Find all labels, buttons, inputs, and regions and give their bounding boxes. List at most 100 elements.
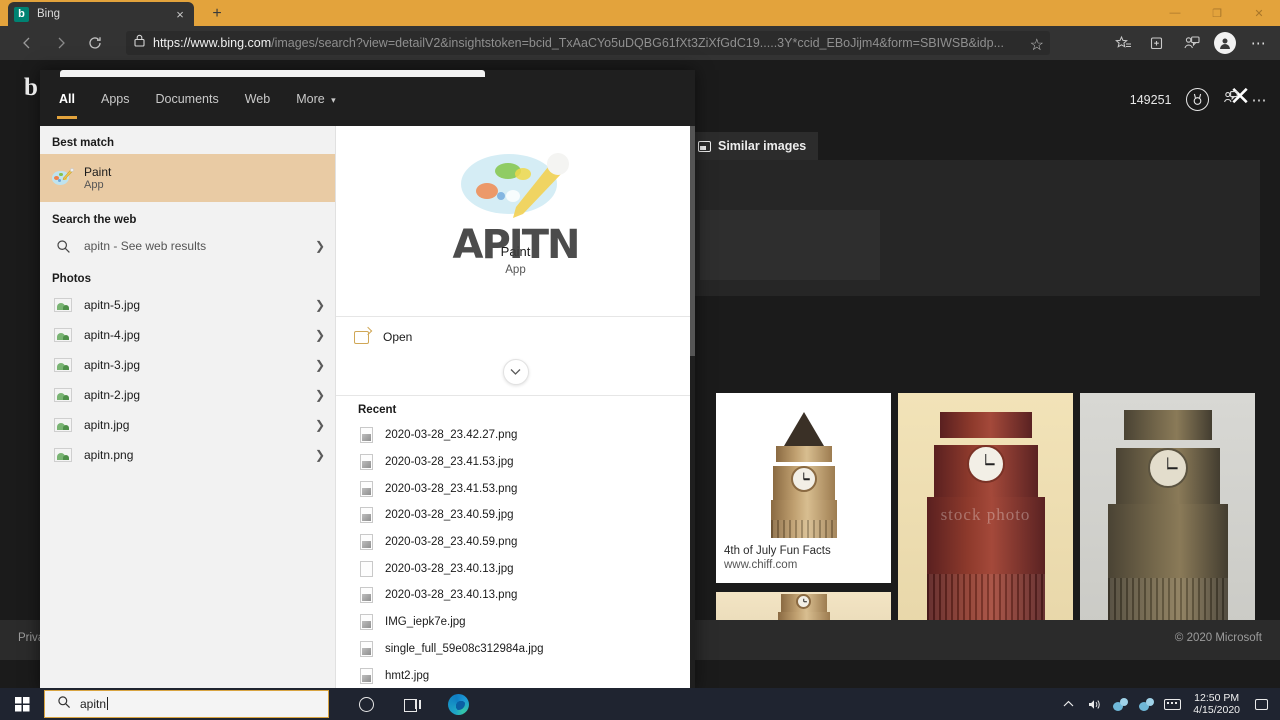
recent-file-item[interactable]: 2020-03-28_23.40.13.jpg bbox=[336, 555, 695, 582]
cortana-button[interactable] bbox=[343, 688, 389, 720]
photo-file-icon bbox=[52, 444, 74, 466]
tab-all[interactable]: All bbox=[57, 88, 77, 119]
recent-file-item[interactable]: 2020-03-28_23.40.13.png bbox=[336, 582, 695, 609]
network-icon[interactable] bbox=[1133, 688, 1159, 720]
recent-file-item[interactable]: 2020-03-28_23.41.53.jpg bbox=[336, 449, 695, 476]
photo-file-icon bbox=[52, 294, 74, 316]
result-photo-item[interactable]: apitn.jpg ❯ bbox=[40, 410, 335, 440]
group-header-best-match: Best match bbox=[52, 137, 114, 149]
taskbar-search-value: apitn bbox=[80, 697, 107, 711]
result-photo-item[interactable]: apitn-3.jpg ❯ bbox=[40, 350, 335, 380]
bing-logo-icon: b bbox=[24, 74, 38, 101]
tab-more[interactable]: More ▾ bbox=[294, 88, 338, 110]
chevron-right-icon[interactable]: ❯ bbox=[315, 418, 325, 432]
minimize-button[interactable]: — bbox=[1154, 0, 1196, 26]
bing-favicon-icon: b bbox=[14, 6, 29, 22]
search-panel-more-button[interactable]: ⋯ bbox=[1252, 91, 1269, 109]
tab-more-label: More bbox=[296, 92, 325, 106]
reload-button[interactable] bbox=[78, 28, 112, 58]
back-button[interactable] bbox=[10, 28, 44, 58]
recent-file-item[interactable]: 2020-03-28_23.41.53.png bbox=[336, 475, 695, 502]
result-photo-item[interactable]: apitn-4.jpg ❯ bbox=[40, 320, 335, 350]
chevron-right-icon[interactable]: ❯ bbox=[315, 448, 325, 462]
close-window-button[interactable]: ✕ bbox=[1238, 0, 1280, 26]
tab-similar-images[interactable]: Similar images bbox=[690, 132, 819, 160]
feedback-person-icon[interactable] bbox=[1223, 90, 1238, 109]
browser-settings-more-button[interactable]: ⋯ bbox=[1242, 28, 1276, 58]
recent-file-item[interactable]: IMG_iepk7e.jpg bbox=[336, 609, 695, 636]
task-view-button[interactable] bbox=[389, 688, 435, 720]
taskbar: apitn 12:50 PM 4/15/2020 bbox=[0, 688, 1280, 720]
profile-chat-icon[interactable] bbox=[1174, 28, 1208, 58]
taskbar-search-box[interactable]: apitn bbox=[44, 690, 329, 718]
detail-pane-scrollbar[interactable] bbox=[690, 126, 695, 690]
new-tab-button[interactable]: + bbox=[206, 4, 228, 24]
tab-web[interactable]: Web bbox=[243, 88, 272, 110]
document-file-icon bbox=[360, 560, 373, 577]
recent-file-item[interactable]: 2020-03-28_23.40.59.jpg bbox=[336, 502, 695, 529]
search-results-list: Best match Paint App Search the web apit… bbox=[40, 126, 335, 690]
clock[interactable]: 12:50 PM 4/15/2020 bbox=[1185, 692, 1248, 716]
image-file-icon bbox=[360, 454, 373, 471]
result-site: www.chiff.com bbox=[724, 559, 798, 571]
recent-file-item[interactable]: 2020-03-28_23.42.27.png bbox=[336, 422, 695, 449]
tab-documents[interactable]: Documents bbox=[153, 88, 220, 110]
result-photo-item[interactable]: apitn.png ❯ bbox=[40, 440, 335, 470]
account-avatar-icon[interactable] bbox=[1208, 28, 1242, 58]
image-icon bbox=[698, 140, 711, 152]
favorites-list-icon[interactable] bbox=[1106, 28, 1140, 58]
open-action[interactable]: Open bbox=[336, 317, 695, 357]
system-tray: 12:50 PM 4/15/2020 bbox=[1055, 688, 1280, 720]
chevron-right-icon[interactable]: ❯ bbox=[315, 358, 325, 372]
collections-icon[interactable] bbox=[1140, 28, 1174, 58]
result-best-match-paint[interactable]: Paint App bbox=[40, 154, 335, 202]
group-header-search-the-web: Search the web bbox=[52, 214, 137, 226]
task-view-icon bbox=[403, 698, 421, 712]
image-file-icon bbox=[360, 614, 373, 631]
result-card[interactable]: 4th of July Fun Facts www.chiff.com bbox=[716, 393, 891, 583]
recent-file-name: 2020-03-28_23.41.53.jpg bbox=[385, 456, 514, 469]
result-photo-item[interactable]: apitn-5.jpg ❯ bbox=[40, 290, 335, 320]
expand-actions-button[interactable] bbox=[336, 357, 695, 395]
taskbar-search-value-wrap: apitn bbox=[80, 697, 109, 711]
tray-expand-chevron-icon[interactable] bbox=[1055, 688, 1081, 720]
photo-file-name: apitn-5.jpg bbox=[84, 298, 141, 312]
windows-start-icon bbox=[14, 696, 30, 712]
recent-file-name: IMG_iepk7e.jpg bbox=[385, 616, 466, 629]
recent-file-item[interactable]: single_full_59e08c312984a.jpg bbox=[336, 636, 695, 663]
keyboard-icon[interactable] bbox=[1159, 688, 1185, 720]
chevron-down-icon bbox=[502, 359, 529, 385]
browser-tab[interactable]: b Bing × bbox=[8, 2, 194, 26]
taskbar-edge-button[interactable] bbox=[435, 688, 481, 720]
start-button[interactable] bbox=[0, 688, 44, 720]
avatar bbox=[1214, 32, 1236, 54]
add-favorite-icon[interactable]: ☆ bbox=[1030, 35, 1044, 55]
forward-button[interactable] bbox=[44, 28, 78, 58]
image-file-icon bbox=[360, 667, 373, 684]
tab-apps[interactable]: Apps bbox=[99, 88, 132, 110]
search-the-web-suffix: - See web results bbox=[110, 239, 207, 253]
tab-close-icon[interactable]: × bbox=[172, 7, 188, 22]
search-panel-header-right: 149251 ⋯ bbox=[1130, 88, 1268, 111]
url-host: https://www.bing.com bbox=[153, 36, 272, 50]
action-center-button[interactable] bbox=[1248, 688, 1274, 720]
recent-file-name: 2020-03-28_23.40.59.png bbox=[385, 536, 518, 549]
maximize-button[interactable]: ❐ bbox=[1196, 0, 1238, 26]
address-bar[interactable]: https://www.bing.com/images/search?view=… bbox=[126, 31, 1050, 55]
chevron-right-icon[interactable]: ❯ bbox=[315, 328, 325, 342]
rewards-medal-icon[interactable] bbox=[1185, 88, 1209, 111]
chevron-right-icon[interactable]: ❯ bbox=[315, 239, 325, 253]
paint-app-icon bbox=[52, 168, 74, 188]
network-icon[interactable] bbox=[1107, 688, 1133, 720]
recent-file-name: 2020-03-28_23.42.27.png bbox=[385, 429, 518, 442]
recent-file-item[interactable]: 2020-03-28_23.40.59.png bbox=[336, 529, 695, 556]
image-file-icon bbox=[360, 480, 373, 497]
best-match-subtitle: App bbox=[84, 179, 104, 191]
chevron-right-icon[interactable]: ❯ bbox=[315, 298, 325, 312]
result-photo-item[interactable]: apitn-2.jpg ❯ bbox=[40, 380, 335, 410]
volume-icon[interactable] bbox=[1081, 688, 1107, 720]
recent-file-item[interactable]: hmt2.jpg bbox=[336, 662, 695, 689]
microsoft-edge-icon bbox=[447, 693, 469, 715]
result-search-the-web[interactable]: apitn - See web results ❯ bbox=[40, 231, 335, 261]
chevron-right-icon[interactable]: ❯ bbox=[315, 388, 325, 402]
